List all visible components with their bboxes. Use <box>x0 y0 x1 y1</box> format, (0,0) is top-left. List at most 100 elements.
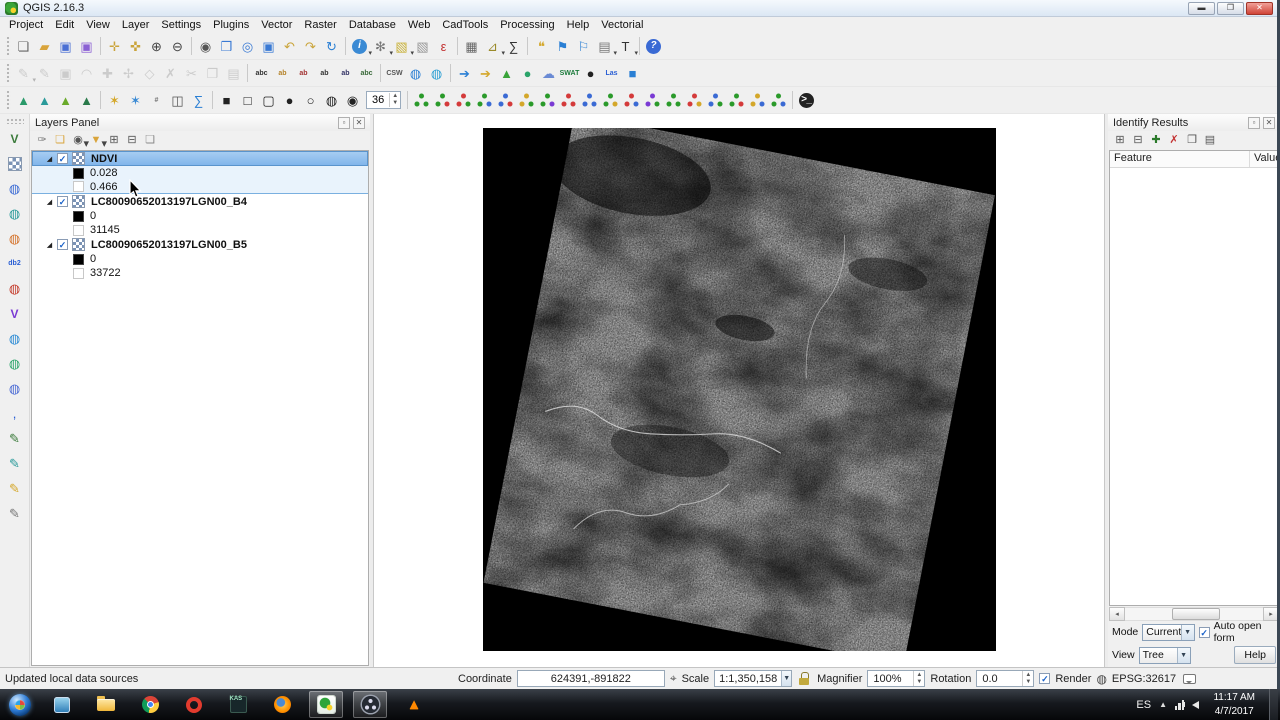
plugin-export-button[interactable]: ➔ <box>475 63 496 84</box>
highlight-labels-button[interactable]: ab <box>293 63 314 84</box>
geometry-tool-2-button[interactable] <box>432 90 453 111</box>
identify-horizontal-scrollbar[interactable]: ◂ ▸ <box>1109 606 1279 621</box>
map-canvas[interactable] <box>373 114 1105 667</box>
geometry-tool-7-button[interactable] <box>537 90 558 111</box>
taskbar-explorer-button[interactable] <box>89 691 123 718</box>
geometry-tool-5-button[interactable] <box>495 90 516 111</box>
terrain-hillshade-button[interactable]: ▲ <box>76 90 97 111</box>
add-virtual-layer-button[interactable]: V <box>4 303 25 324</box>
geometry-tool-17-button[interactable] <box>747 90 768 111</box>
interpolation-idw-button[interactable]: ▲ <box>34 90 55 111</box>
open-project-button[interactable]: ▰ <box>34 36 55 57</box>
expand-collapse-arrow[interactable]: ◢ <box>44 155 55 163</box>
coordinate-capture-icon[interactable]: ⌖ <box>670 671 677 686</box>
refresh-map-button[interactable]: ↻ <box>321 36 342 57</box>
language-indicator[interactable]: ES <box>1136 699 1151 711</box>
scale-lock-icon[interactable] <box>799 672 810 685</box>
add-spatialite-layer-button[interactable]: ◍ <box>4 203 25 224</box>
draw-rect-filled-button[interactable]: ■ <box>216 90 237 111</box>
add-wfs-layer-button[interactable]: ◍ <box>4 378 25 399</box>
menu-plugins[interactable]: Plugins <box>207 18 255 32</box>
expand-collapse-arrow[interactable]: ◢ <box>44 241 55 249</box>
layer-labeling-button[interactable]: abc <box>251 63 272 84</box>
taskbar-clock[interactable]: 11:17 AM 4/7/2017 <box>1207 691 1261 718</box>
geometry-tool-6-button[interactable] <box>516 90 537 111</box>
lastools-plugin-button[interactable]: Las <box>601 63 622 84</box>
show-desktop-button[interactable] <box>1269 689 1278 720</box>
geometry-tool-12-button[interactable] <box>642 90 663 111</box>
new-project-button[interactable]: ❏ <box>13 36 34 57</box>
taskbar-kaspersky-button[interactable]: KAS <box>221 691 255 718</box>
fusion-plugin-button[interactable]: ■ <box>622 63 643 84</box>
messages-icon[interactable] <box>1183 673 1197 684</box>
collapse-all-button[interactable]: ⊟ <box>123 132 141 150</box>
open-attribute-table-button[interactable]: ▦ <box>461 36 482 57</box>
metasearch-button[interactable]: ◍ <box>405 63 426 84</box>
zoom-next-button[interactable]: ↷ <box>300 36 321 57</box>
geometry-tool-14-button[interactable] <box>684 90 705 111</box>
taskbar-vlc-button[interactable]: ▲ <box>397 691 431 718</box>
dropdown-arrow-icon[interactable]: ▾ <box>634 50 638 57</box>
new-print-composer-button[interactable]: ▤ ▾ <box>594 36 617 57</box>
add-db2-layer-button[interactable]: db2 <box>4 253 25 274</box>
add-mssql-layer-button[interactable]: ◍ <box>4 228 25 249</box>
add-group-button[interactable]: ❏ <box>51 132 69 150</box>
metasearch-services-button[interactable]: ◍ <box>426 63 447 84</box>
measure-line-button[interactable]: ⊿ ▾ <box>482 36 505 57</box>
add-wms-layer-button[interactable]: ◍ <box>4 328 25 349</box>
menu-view[interactable]: View <box>80 18 116 32</box>
start-button[interactable] <box>9 693 31 716</box>
globe-plugin-button[interactable]: ● <box>517 63 538 84</box>
expand-all-button[interactable]: ⊞ <box>105 132 123 150</box>
layer-checkbox[interactable]: ✓ <box>57 196 68 207</box>
volume-icon[interactable] <box>1182 700 1200 709</box>
expand-tree-button[interactable]: ⊞ <box>1111 132 1129 150</box>
zoom-last-button[interactable]: ↶ <box>279 36 300 57</box>
raster-cube-button[interactable]: ◫ <box>167 90 188 111</box>
menu-project[interactable]: Project <box>3 18 49 32</box>
layers-close-button[interactable]: ✕ <box>353 116 365 129</box>
pin-labels-button[interactable]: ab <box>272 63 293 84</box>
view-dropdown[interactable]: Tree ▼ <box>1138 646 1191 664</box>
taskbar-firefox-button[interactable] <box>265 691 299 718</box>
spin-up-icon[interactable]: ▲ <box>392 93 398 100</box>
epsg-code[interactable]: EPSG:32617 <box>1112 673 1176 685</box>
help-button[interactable]: ? <box>643 36 664 57</box>
scale-dropdown[interactable]: 1:1,350,158 ▼ <box>714 670 793 687</box>
map-tips-button[interactable]: ❝ <box>531 36 552 57</box>
save-project-button[interactable]: ▣ <box>55 36 76 57</box>
collapse-tree-button[interactable]: ⊟ <box>1129 132 1147 150</box>
identify-close-button[interactable]: ✕ <box>1263 116 1275 129</box>
pan-to-selection-button[interactable]: ✜ <box>125 36 146 57</box>
layers-float-button[interactable]: ▫ <box>338 116 350 129</box>
geometry-tool-11-button[interactable] <box>621 90 642 111</box>
layer-item[interactable]: ◢ ✓ LC80090652013197LGN00_B5 <box>32 237 368 252</box>
plugin-import-button[interactable]: ➔ <box>454 63 475 84</box>
csw-catalog-button[interactable]: CSW <box>384 63 405 84</box>
crs-status-icon[interactable]: ◍ <box>1096 672 1106 686</box>
column-header-value[interactable]: Value <box>1250 151 1278 167</box>
text-annotation-button[interactable]: T ▾ <box>615 36 638 57</box>
terrain-slope-button[interactable]: ▲ <box>55 90 76 111</box>
taskbar-opera-button[interactable] <box>177 691 211 718</box>
new-memory-layer-button[interactable]: ✎ <box>4 503 25 524</box>
zonal-statistics-button[interactable]: ✶ <box>125 90 146 111</box>
add-delimited-text-layer-button[interactable]: , <box>4 403 25 424</box>
open-layer-styling-button[interactable]: ✑ <box>33 132 51 150</box>
geometry-tool-8-button[interactable] <box>558 90 579 111</box>
select-by-expression-button[interactable]: ε <box>433 36 454 57</box>
deselect-features-button[interactable]: ▧ <box>412 36 433 57</box>
taskbar-blue-app-button[interactable] <box>45 691 79 718</box>
spin-arrows[interactable]: ▲ ▼ <box>1022 671 1033 686</box>
cloud-plugin-button[interactable]: ☁ <box>538 63 559 84</box>
draw-ellipse-button[interactable]: ○ <box>300 90 321 111</box>
menu-cadtools[interactable]: CadTools <box>436 18 494 32</box>
coordinate-input[interactable]: 624391,-891822 <box>516 670 665 687</box>
new-bookmark-button[interactable]: ⚑ <box>552 36 573 57</box>
add-raster-layer-button[interactable] <box>4 153 25 174</box>
toolbar-grip[interactable] <box>5 64 11 82</box>
geometry-tool-15-button[interactable] <box>705 90 726 111</box>
layer-checkbox[interactable]: ✓ <box>57 153 68 164</box>
swat-plugin-button[interactable]: SWAT <box>559 63 580 84</box>
layer-item[interactable]: ◢ ✓ NDVI <box>32 151 368 166</box>
